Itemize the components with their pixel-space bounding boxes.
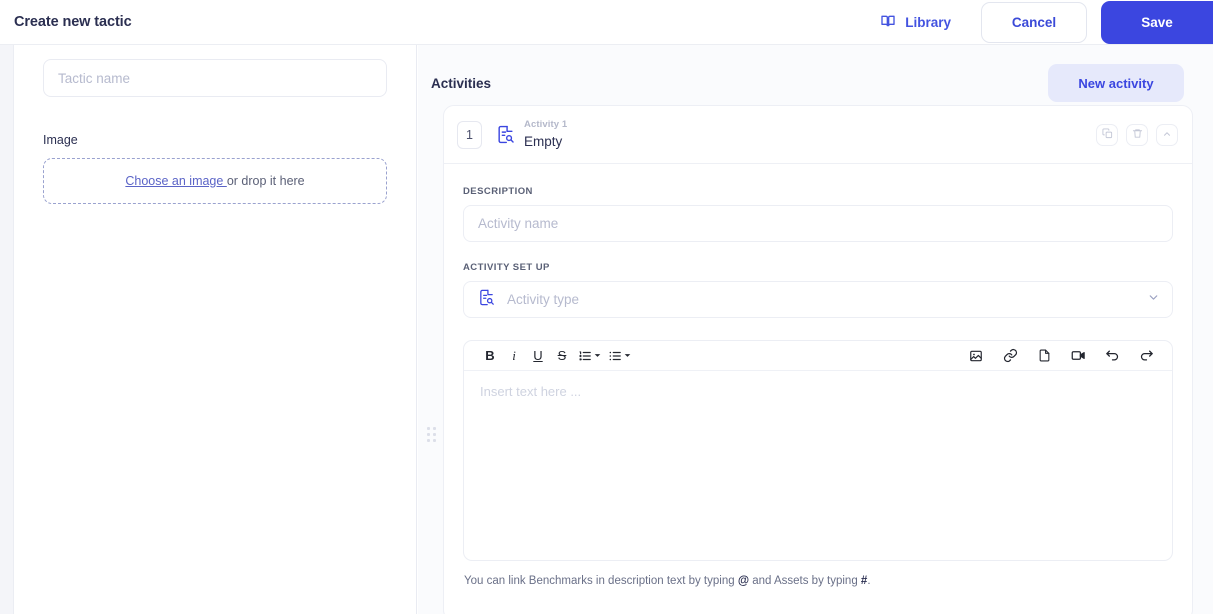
dropzone-hint: or drop it here [226, 174, 305, 188]
activity-name-label: Empty [524, 133, 563, 149]
duplicate-icon [1101, 126, 1113, 144]
activity-card-header: 1 Activity 1 Empty [444, 106, 1192, 164]
activity-card: 1 Activity 1 Empty DESCRIPTION Activity … [443, 105, 1193, 614]
hint-part-2: and Assets by typing [749, 575, 861, 587]
file-icon[interactable] [1032, 344, 1056, 368]
activity-name-input[interactable] [463, 205, 1173, 242]
hint-part-3: . [867, 575, 871, 587]
hint-part-1: You can link Benchmarks in description t… [464, 575, 738, 587]
top-bar-actions: Library Cancel Save [870, 0, 1213, 44]
new-activity-button[interactable]: New activity [1048, 64, 1184, 102]
image-dropzone[interactable]: Choose an image or drop it here [43, 158, 387, 204]
top-bar: Create new tactic Library Cancel Save [0, 0, 1213, 45]
activity-card-body: DESCRIPTION ACTIVITY SET UP Activity typ… [444, 164, 1192, 587]
tactic-name-input[interactable] [43, 59, 387, 97]
image-icon[interactable] [964, 344, 988, 368]
editor-text-area[interactable]: Insert text here ... [464, 371, 1172, 560]
video-icon[interactable] [1066, 344, 1090, 368]
library-label: Library [905, 14, 951, 30]
editor-toolbar-right [964, 344, 1158, 368]
grip-dots-icon[interactable] [427, 427, 436, 442]
duplicate-activity-button[interactable] [1096, 123, 1118, 146]
library-button[interactable]: Library [870, 7, 961, 38]
undo-icon[interactable] [1100, 344, 1124, 368]
choose-an-image-link[interactable]: Choose an image [125, 174, 226, 188]
activity-setup-label: ACTIVITY SET UP [463, 262, 550, 273]
document-search-icon [478, 289, 495, 311]
activities-panel: Activities New activity 1 Activity 1 Emp… [418, 45, 1213, 614]
redo-icon[interactable] [1134, 344, 1158, 368]
editor-hint: You can link Benchmarks in description t… [463, 575, 1173, 587]
editor-toolbar: B i U S [464, 341, 1172, 371]
bullet-list-icon[interactable] [604, 344, 634, 368]
strikethrough-icon[interactable]: S [550, 344, 574, 368]
dropzone-text: Choose an image or drop it here [125, 174, 304, 188]
chevron-up-icon [1162, 126, 1172, 144]
activities-header: Activities New activity [418, 45, 1213, 107]
underline-icon[interactable]: U [526, 344, 550, 368]
activity-type-placeholder: Activity type [507, 292, 580, 307]
collapse-activity-button[interactable] [1156, 123, 1178, 146]
delete-activity-button[interactable] [1126, 123, 1148, 146]
link-icon[interactable] [998, 344, 1022, 368]
italic-icon[interactable]: i [502, 344, 526, 368]
activity-index-label: Activity 1 [524, 118, 568, 130]
document-search-icon [496, 125, 515, 144]
tactic-sidebar: Image Choose an image or drop it here [14, 45, 417, 614]
activity-header-actions [1096, 123, 1178, 146]
image-label: Image [43, 133, 78, 147]
bold-icon[interactable]: B [478, 344, 502, 368]
activity-type-select[interactable]: Activity type [463, 281, 1173, 318]
activities-title: Activities [431, 75, 492, 91]
description-label: DESCRIPTION [463, 186, 533, 197]
cancel-button[interactable]: Cancel [981, 1, 1087, 43]
hint-at-symbol: @ [737, 575, 750, 587]
save-button[interactable]: Save [1101, 0, 1213, 44]
book-icon [880, 13, 896, 32]
trash-icon [1132, 126, 1143, 144]
activity-number-badge: 1 [457, 120, 482, 149]
left-rail [0, 45, 14, 614]
rich-text-editor: B i U S Insert text here ... [463, 340, 1173, 561]
activity-labels: Activity 1 Empty [524, 118, 568, 149]
chevron-down-icon [1147, 291, 1160, 309]
page-title: Create new tactic [14, 14, 132, 30]
ordered-list-icon[interactable] [574, 344, 604, 368]
